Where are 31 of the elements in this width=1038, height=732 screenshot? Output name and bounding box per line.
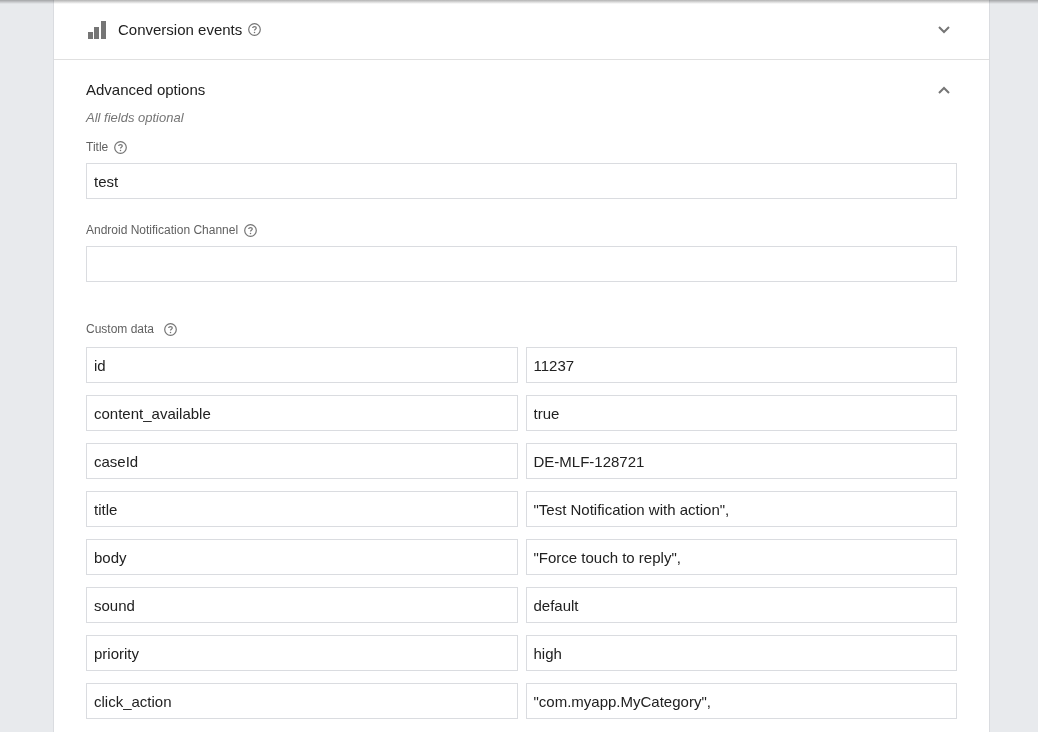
value-input[interactable]: 11237 bbox=[525, 347, 957, 383]
value-input[interactable]: true bbox=[525, 395, 957, 431]
chevron-up-icon[interactable] bbox=[938, 85, 950, 95]
key-input[interactable]: priority bbox=[86, 635, 518, 671]
help-icon[interactable] bbox=[244, 223, 258, 237]
key-input[interactable]: id bbox=[86, 347, 518, 383]
section-subtitle: All fields optional bbox=[86, 110, 184, 125]
value-input[interactable]: default bbox=[525, 587, 957, 623]
bar-chart-icon bbox=[88, 20, 106, 39]
section-title: Advanced options bbox=[86, 80, 206, 100]
section-title: Conversion events bbox=[118, 19, 243, 40]
value-input[interactable]: high bbox=[525, 635, 957, 671]
value-input[interactable]: "Test Notification with action", bbox=[525, 491, 957, 527]
field-label: Android Notification Channel bbox=[86, 222, 239, 238]
text-input[interactable]: test bbox=[86, 163, 957, 199]
key-input[interactable]: title bbox=[86, 491, 518, 527]
help-icon[interactable] bbox=[164, 322, 178, 336]
key-input[interactable]: caseId bbox=[86, 443, 518, 479]
help-icon[interactable] bbox=[248, 23, 262, 36]
value-input[interactable]: "Force touch to reply", bbox=[525, 539, 957, 575]
help-icon[interactable] bbox=[114, 140, 128, 154]
key-input[interactable]: sound bbox=[86, 587, 518, 623]
chevron-down-icon[interactable] bbox=[938, 25, 950, 34]
key-input[interactable]: content_available bbox=[86, 395, 518, 431]
field-label: Custom data bbox=[86, 321, 155, 337]
text-input[interactable] bbox=[86, 246, 957, 282]
key-input[interactable]: click_action bbox=[86, 683, 518, 719]
value-input[interactable]: "com.myapp.MyCategory", bbox=[525, 683, 957, 719]
value-input[interactable]: DE-MLF-128721 bbox=[525, 443, 957, 479]
field-label: Title bbox=[86, 139, 109, 155]
key-input[interactable]: body bbox=[86, 539, 518, 575]
